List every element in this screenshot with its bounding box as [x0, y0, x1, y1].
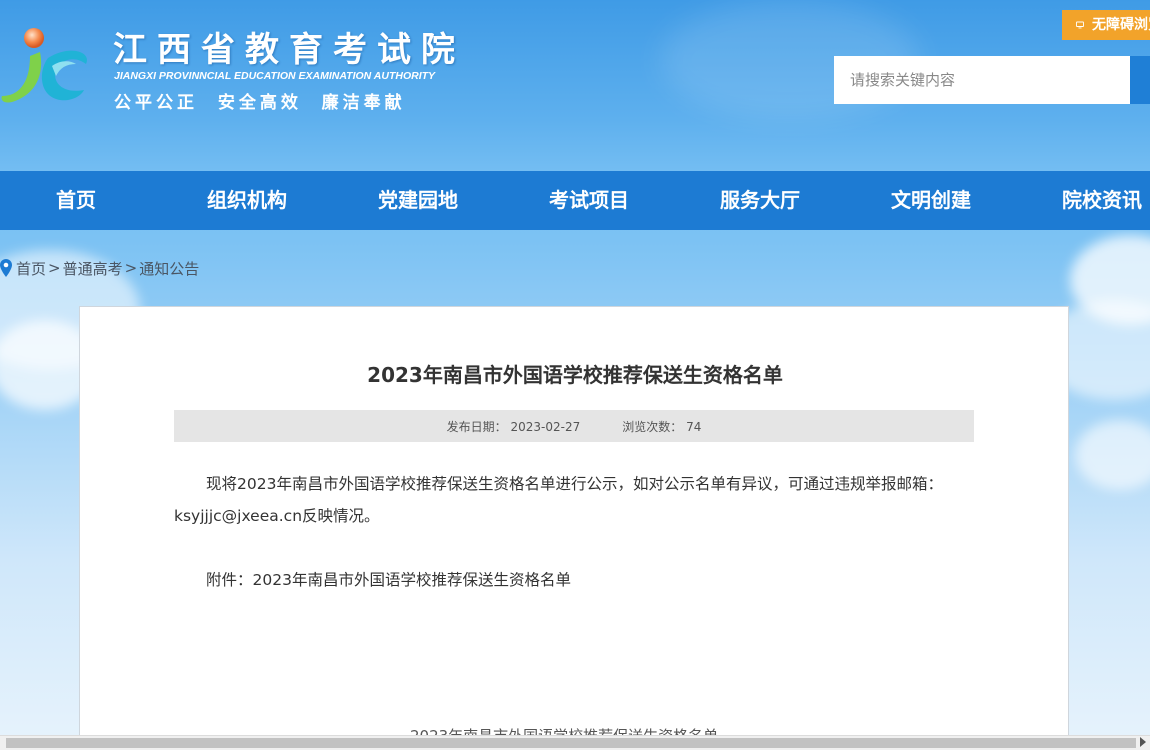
cloud-decoration [1075, 420, 1150, 490]
nav-item-civilization[interactable]: 文明创建 [891, 171, 971, 230]
search-input[interactable] [834, 56, 1130, 104]
nav-item-home[interactable]: 首页 [56, 171, 96, 230]
scrollbar-thumb[interactable] [6, 738, 1136, 748]
view-count-label: 浏览次数： [622, 419, 683, 434]
horizontal-scrollbar[interactable] [0, 735, 1150, 750]
accessibility-label: 无障碍浏览 [1092, 17, 1150, 33]
main-nav: 首页 组织机构 党建园地 考试项目 服务大厅 文明创建 院校资讯 [0, 171, 1150, 230]
breadcrumb: 首页 > 普通高考 > 通知公告 [0, 256, 199, 280]
breadcrumb-notices[interactable]: 通知公告 [139, 258, 199, 279]
accessibility-button[interactable]: 无障碍浏览 [1062, 10, 1150, 40]
nav-item-organization[interactable]: 组织机构 [207, 171, 287, 230]
nav-item-exams[interactable]: 考试项目 [549, 171, 629, 230]
view-count-value: 74 [686, 419, 702, 434]
monitor-icon [1076, 21, 1084, 29]
scroll-right-arrow-icon[interactable] [1140, 737, 1146, 747]
nav-item-college-news[interactable]: 院校资讯 [1062, 171, 1142, 230]
breadcrumb-home[interactable]: 首页 [16, 258, 46, 279]
publish-date: 发布日期： 2023-02-27 [447, 418, 581, 435]
breadcrumb-separator: > [48, 259, 61, 277]
article-panel: 2023年南昌市外国语学校推荐保送生资格名单 发布日期： 2023-02-27 … [79, 306, 1069, 750]
site-title: 江西省教育考试院 [113, 30, 465, 70]
site-english-name: JIANGXI PROVINNCIAL EDUCATION EXAMINATIO… [114, 70, 436, 82]
breadcrumb-gaokao[interactable]: 普通高考 [63, 258, 123, 279]
breadcrumb-separator: > [124, 259, 138, 277]
view-count: 浏览次数： 74 [622, 418, 701, 435]
article-paragraph: 现将2023年南昌市外国语学校推荐保送生资格名单进行公示，如对公示名单有异议，可… [174, 475, 943, 525]
jxeea-logo-icon[interactable] [0, 22, 92, 112]
publish-date-value: 2023-02-27 [510, 419, 581, 434]
article-meta: 发布日期： 2023-02-27 浏览次数： 74 [174, 410, 974, 442]
nav-item-service-hall[interactable]: 服务大厅 [720, 171, 800, 230]
site-motto: 公平公正 安全高效 廉洁奉献 [114, 93, 406, 113]
attachment-link[interactable]: 附件：2023年南昌市外国语学校推荐保送生资格名单 [174, 564, 974, 596]
location-pin-icon [0, 259, 12, 277]
article-title: 2023年南昌市外国语学校推荐保送生资格名单 [367, 363, 783, 387]
publish-date-label: 发布日期： [446, 419, 507, 434]
search-button[interactable] [1130, 56, 1150, 104]
nav-item-party-building[interactable]: 党建园地 [378, 171, 458, 230]
